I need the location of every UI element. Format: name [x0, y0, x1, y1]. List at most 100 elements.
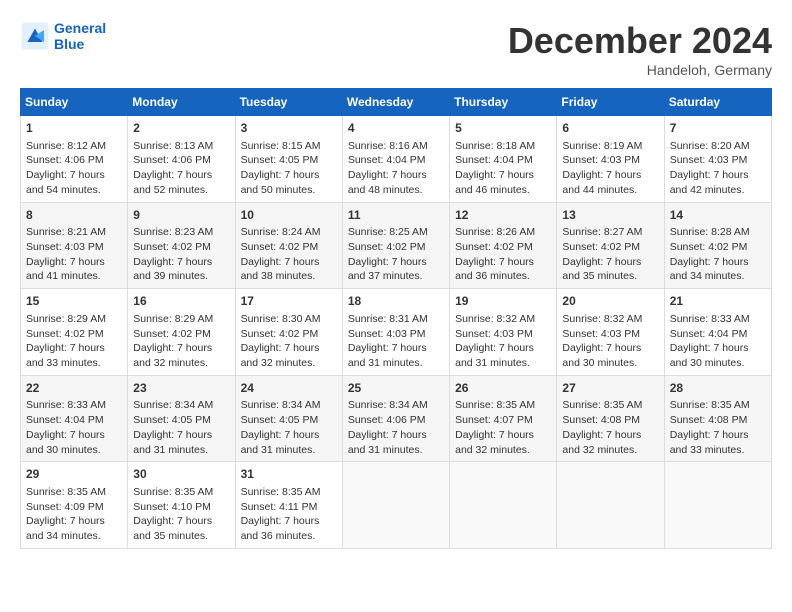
day-number: 6	[562, 120, 658, 137]
daylight-label: Daylight: 7 hours and 48 minutes.	[348, 169, 427, 196]
sunrise-label: Sunrise: 8:12 AM	[26, 140, 106, 152]
table-row	[342, 462, 449, 549]
day-number: 18	[348, 293, 444, 310]
daylight-label: Daylight: 7 hours and 54 minutes.	[26, 169, 105, 196]
day-number: 21	[670, 293, 766, 310]
sunset-label: Sunset: 4:09 PM	[26, 501, 104, 513]
day-number: 11	[348, 207, 444, 224]
day-number: 27	[562, 380, 658, 397]
daylight-label: Daylight: 7 hours and 39 minutes.	[133, 256, 212, 283]
daylight-label: Daylight: 7 hours and 31 minutes.	[133, 429, 212, 456]
table-row: 26 Sunrise: 8:35 AM Sunset: 4:07 PM Dayl…	[450, 375, 557, 462]
calendar-week-row: 15 Sunrise: 8:29 AM Sunset: 4:02 PM Dayl…	[21, 289, 772, 376]
sunset-label: Sunset: 4:04 PM	[455, 154, 533, 166]
table-row: 10 Sunrise: 8:24 AM Sunset: 4:02 PM Dayl…	[235, 202, 342, 289]
day-number: 14	[670, 207, 766, 224]
day-number: 25	[348, 380, 444, 397]
sunrise-label: Sunrise: 8:23 AM	[133, 226, 213, 238]
sunset-label: Sunset: 4:03 PM	[670, 154, 748, 166]
day-number: 5	[455, 120, 551, 137]
sunrise-label: Sunrise: 8:25 AM	[348, 226, 428, 238]
logo-text: General Blue	[54, 20, 106, 52]
col-friday: Friday	[557, 89, 664, 116]
daylight-label: Daylight: 7 hours and 37 minutes.	[348, 256, 427, 283]
sunset-label: Sunset: 4:02 PM	[562, 241, 640, 253]
day-number: 7	[670, 120, 766, 137]
table-row: 2 Sunrise: 8:13 AM Sunset: 4:06 PM Dayli…	[128, 116, 235, 203]
table-row: 17 Sunrise: 8:30 AM Sunset: 4:02 PM Dayl…	[235, 289, 342, 376]
sunrise-label: Sunrise: 8:24 AM	[241, 226, 321, 238]
sunrise-label: Sunrise: 8:35 AM	[133, 486, 213, 498]
sunrise-label: Sunrise: 8:34 AM	[241, 399, 321, 411]
table-row: 28 Sunrise: 8:35 AM Sunset: 4:08 PM Dayl…	[664, 375, 771, 462]
sunset-label: Sunset: 4:06 PM	[348, 414, 426, 426]
sunset-label: Sunset: 4:04 PM	[348, 154, 426, 166]
table-row: 7 Sunrise: 8:20 AM Sunset: 4:03 PM Dayli…	[664, 116, 771, 203]
table-row: 25 Sunrise: 8:34 AM Sunset: 4:06 PM Dayl…	[342, 375, 449, 462]
sunrise-label: Sunrise: 8:29 AM	[133, 313, 213, 325]
sunset-label: Sunset: 4:03 PM	[455, 328, 533, 340]
table-row: 30 Sunrise: 8:35 AM Sunset: 4:10 PM Dayl…	[128, 462, 235, 549]
calendar-week-row: 8 Sunrise: 8:21 AM Sunset: 4:03 PM Dayli…	[21, 202, 772, 289]
sunset-label: Sunset: 4:02 PM	[455, 241, 533, 253]
sunset-label: Sunset: 4:03 PM	[348, 328, 426, 340]
day-number: 4	[348, 120, 444, 137]
daylight-label: Daylight: 7 hours and 52 minutes.	[133, 169, 212, 196]
sunset-label: Sunset: 4:02 PM	[133, 241, 211, 253]
daylight-label: Daylight: 7 hours and 30 minutes.	[670, 342, 749, 369]
sunrise-label: Sunrise: 8:35 AM	[670, 399, 750, 411]
sunrise-label: Sunrise: 8:28 AM	[670, 226, 750, 238]
table-row: 5 Sunrise: 8:18 AM Sunset: 4:04 PM Dayli…	[450, 116, 557, 203]
daylight-label: Daylight: 7 hours and 41 minutes.	[26, 256, 105, 283]
sunrise-label: Sunrise: 8:13 AM	[133, 140, 213, 152]
sunrise-label: Sunrise: 8:16 AM	[348, 140, 428, 152]
table-row: 18 Sunrise: 8:31 AM Sunset: 4:03 PM Dayl…	[342, 289, 449, 376]
table-row: 27 Sunrise: 8:35 AM Sunset: 4:08 PM Dayl…	[557, 375, 664, 462]
col-tuesday: Tuesday	[235, 89, 342, 116]
daylight-label: Daylight: 7 hours and 31 minutes.	[348, 342, 427, 369]
table-row: 19 Sunrise: 8:32 AM Sunset: 4:03 PM Dayl…	[450, 289, 557, 376]
title-block: December 2024 Handeloh, Germany	[508, 20, 772, 78]
day-number: 9	[133, 207, 229, 224]
day-number: 24	[241, 380, 337, 397]
calendar-header-row: Sunday Monday Tuesday Wednesday Thursday…	[21, 89, 772, 116]
table-row: 15 Sunrise: 8:29 AM Sunset: 4:02 PM Dayl…	[21, 289, 128, 376]
daylight-label: Daylight: 7 hours and 30 minutes.	[26, 429, 105, 456]
day-number: 16	[133, 293, 229, 310]
day-number: 26	[455, 380, 551, 397]
table-row: 23 Sunrise: 8:34 AM Sunset: 4:05 PM Dayl…	[128, 375, 235, 462]
sunrise-label: Sunrise: 8:31 AM	[348, 313, 428, 325]
table-row: 3 Sunrise: 8:15 AM Sunset: 4:05 PM Dayli…	[235, 116, 342, 203]
daylight-label: Daylight: 7 hours and 31 minutes.	[241, 429, 320, 456]
sunset-label: Sunset: 4:05 PM	[133, 414, 211, 426]
daylight-label: Daylight: 7 hours and 32 minutes.	[562, 429, 641, 456]
logo-icon	[20, 21, 50, 51]
day-number: 1	[26, 120, 122, 137]
sunrise-label: Sunrise: 8:34 AM	[133, 399, 213, 411]
month-title: December 2024	[508, 20, 772, 62]
daylight-label: Daylight: 7 hours and 36 minutes.	[241, 515, 320, 542]
col-thursday: Thursday	[450, 89, 557, 116]
table-row	[557, 462, 664, 549]
sunrise-label: Sunrise: 8:19 AM	[562, 140, 642, 152]
location-title: Handeloh, Germany	[508, 62, 772, 78]
daylight-label: Daylight: 7 hours and 34 minutes.	[26, 515, 105, 542]
daylight-label: Daylight: 7 hours and 38 minutes.	[241, 256, 320, 283]
daylight-label: Daylight: 7 hours and 44 minutes.	[562, 169, 641, 196]
day-number: 23	[133, 380, 229, 397]
sunset-label: Sunset: 4:02 PM	[348, 241, 426, 253]
sunset-label: Sunset: 4:02 PM	[241, 328, 319, 340]
sunset-label: Sunset: 4:08 PM	[670, 414, 748, 426]
col-sunday: Sunday	[21, 89, 128, 116]
sunset-label: Sunset: 4:10 PM	[133, 501, 211, 513]
daylight-label: Daylight: 7 hours and 32 minutes.	[455, 429, 534, 456]
logo: General Blue	[20, 20, 106, 52]
sunset-label: Sunset: 4:05 PM	[241, 414, 319, 426]
sunrise-label: Sunrise: 8:15 AM	[241, 140, 321, 152]
daylight-label: Daylight: 7 hours and 36 minutes.	[455, 256, 534, 283]
calendar-week-row: 1 Sunrise: 8:12 AM Sunset: 4:06 PM Dayli…	[21, 116, 772, 203]
daylight-label: Daylight: 7 hours and 31 minutes.	[348, 429, 427, 456]
sunset-label: Sunset: 4:02 PM	[241, 241, 319, 253]
daylight-label: Daylight: 7 hours and 33 minutes.	[670, 429, 749, 456]
day-number: 20	[562, 293, 658, 310]
